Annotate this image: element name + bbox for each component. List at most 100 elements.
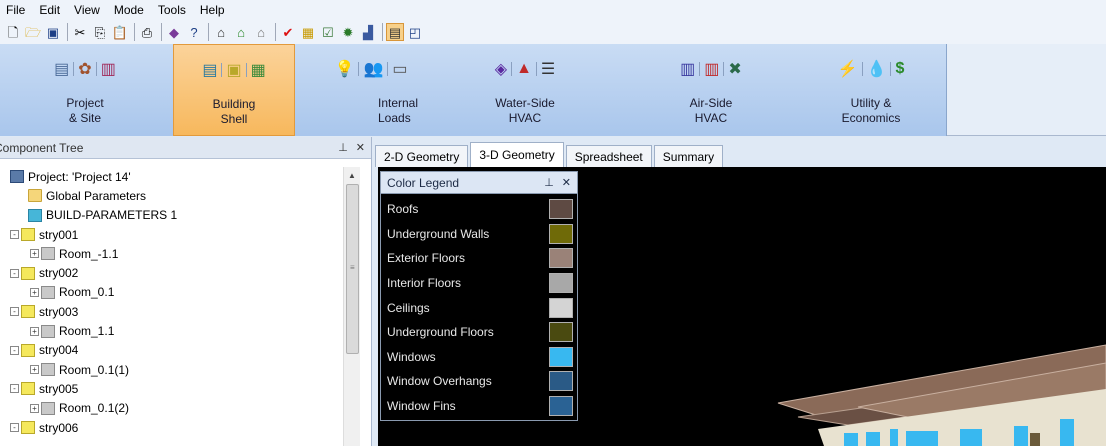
collapse-icon[interactable]: - — [10, 268, 19, 278]
toolbar-separator — [275, 23, 276, 41]
legend-item-label: Window Fins — [387, 399, 456, 414]
menu-file[interactable]: File — [6, 3, 25, 17]
pump-icon: ☰ — [540, 61, 556, 78]
new-icon[interactable]: 🗋 — [4, 23, 22, 41]
tree-node-story[interactable]: - stry005 — [0, 379, 342, 398]
pin-icon[interactable]: ⊥ — [338, 141, 348, 154]
collapse-icon[interactable]: - — [10, 423, 19, 432]
tab-3d-geometry[interactable]: 3-D Geometry — [470, 142, 564, 167]
window-surface — [1014, 426, 1028, 446]
tree-node-room[interactable]: + Room_0.1(2) — [0, 399, 342, 418]
building-add-icon[interactable]: ⌂ — [232, 23, 250, 41]
menu-view[interactable]: View — [74, 3, 100, 17]
tree-node-story[interactable]: - stry002 — [0, 263, 342, 282]
view-toggle-icon[interactable]: ▤ — [386, 23, 404, 41]
tree-node-room[interactable]: + Room_1.1 — [0, 321, 342, 340]
story-icon — [21, 266, 35, 280]
story-icon — [21, 343, 35, 357]
open-icon[interactable]: 🗁 — [24, 23, 42, 41]
paste-icon[interactable]: 📋 — [111, 23, 129, 41]
tree-node-room[interactable]: + Room_-1.1 — [0, 244, 342, 263]
tree-node[interactable]: Global Parameters — [0, 186, 342, 205]
building-outline-icon[interactable]: ⌂ — [252, 23, 270, 41]
legend-color-swatch — [549, 346, 573, 367]
collapse-icon[interactable]: - — [10, 307, 19, 317]
collapse-icon[interactable]: - — [10, 384, 19, 394]
tree-node-story[interactable]: - stry001 — [0, 225, 342, 244]
tree-node[interactable]: Project: 'Project 14' — [0, 167, 342, 186]
room-icon — [41, 401, 55, 415]
door-surface — [1030, 433, 1040, 446]
ribbon-label-line2: HVAC — [508, 111, 542, 125]
collapse-icon[interactable]: - — [10, 345, 19, 355]
people-icon: 👥 — [363, 61, 384, 78]
scroll-thumb[interactable]: ≡ — [346, 184, 359, 354]
pin-icon[interactable]: ⊥ — [544, 176, 554, 189]
pipe-icon: ◈ — [494, 61, 508, 78]
ribbon-label: Utility & Economics — [842, 96, 901, 126]
copy-icon[interactable]: ⎘ — [91, 23, 109, 41]
tree-node-room[interactable]: + Room_0.1 — [0, 283, 342, 302]
menu-tools[interactable]: Tools — [158, 3, 186, 17]
building-icon[interactable]: ⌂ — [212, 23, 230, 41]
window-surface — [890, 429, 898, 446]
story-icon — [21, 228, 35, 242]
component-tree-header: Component Tree ⊥ ✕ — [0, 137, 371, 159]
window-icon[interactable]: ◰ — [406, 23, 424, 41]
ribbon-label: Internal Loads — [378, 96, 418, 126]
expand-icon[interactable]: + — [30, 287, 39, 297]
tree-node-label: stry001 — [39, 227, 79, 242]
menu-bar: File Edit View Mode Tools Help — [0, 0, 1106, 20]
tree-node-label: stry002 — [39, 266, 79, 281]
close-icon[interactable]: ✕ — [356, 141, 365, 154]
save-icon[interactable]: ▣ — [44, 23, 62, 41]
legend-item-label: Exterior Floors — [387, 251, 466, 266]
help-icon[interactable]: ? — [185, 23, 203, 41]
ribbon-icons: ⚡ 💧 $ — [838, 58, 905, 80]
cut-icon[interactable]: ✂ — [71, 23, 89, 41]
tree-node[interactable]: BUILD-PARAMETERS 1 — [0, 206, 342, 225]
legend-item: Roofs — [381, 197, 577, 222]
chart-icon[interactable]: ▟ — [359, 23, 377, 41]
story-icon: ▣ — [226, 62, 242, 79]
tree-node-label: Room_1.1 — [59, 324, 115, 339]
wizard-icon[interactable]: ◆ — [165, 23, 183, 41]
ribbon-air-side-hvac[interactable]: ▥ ▥ ✖ Air-Side HVAC — [646, 44, 776, 136]
menu-mode[interactable]: Mode — [114, 3, 144, 17]
legend-item: Ceilings — [381, 295, 577, 320]
expand-icon[interactable]: + — [30, 365, 39, 375]
report-icon[interactable]: ☑ — [319, 23, 337, 41]
ribbon-internal-loads[interactable]: 💡 👥 ▭ Internal Loads — [300, 44, 442, 136]
room-icon — [41, 324, 55, 338]
ribbon-label-line2: Loads — [378, 111, 411, 125]
print-icon[interactable]: ⎙ — [138, 23, 156, 41]
tab-spreadsheet[interactable]: Spreadsheet — [565, 145, 652, 167]
close-icon[interactable]: ✕ — [562, 176, 571, 189]
menu-help[interactable]: Help — [200, 3, 225, 17]
tree-node-story[interactable]: - stry004 — [0, 341, 342, 360]
legend-color-swatch — [549, 223, 573, 244]
ribbon-project-site[interactable]: ▤ ✿ ▥ Project & Site — [0, 44, 170, 136]
table-icon[interactable]: ▦ — [299, 23, 317, 41]
tab-summary[interactable]: Summary — [653, 145, 724, 167]
tab-2d-geometry[interactable]: 2-D Geometry — [375, 145, 469, 167]
expand-icon[interactable]: + — [30, 403, 39, 413]
menu-edit[interactable]: Edit — [39, 3, 60, 17]
legend-color-swatch — [549, 248, 573, 269]
ribbon-water-side-hvac[interactable]: ◈ ▲ ☰ Water-Side HVAC — [460, 44, 590, 136]
check-icon[interactable]: ✔ — [279, 23, 297, 41]
tree-scrollbar[interactable]: ▲ ≡ — [343, 167, 360, 446]
sun-icon[interactable]: ✹ — [339, 23, 357, 41]
scroll-up-arrow[interactable]: ▲ — [344, 167, 360, 184]
tree-node-story[interactable]: - stry003 — [0, 302, 342, 321]
ribbon-building-shell[interactable]: ▤ ▣ ▦ Building Shell — [173, 44, 295, 136]
expand-icon[interactable]: + — [30, 249, 39, 259]
tree-node-room[interactable]: + Room_0.1(1) — [0, 360, 342, 379]
window-surface — [1060, 419, 1074, 446]
legend-item-label: Interior Floors — [387, 276, 462, 291]
ribbon-utility-economics[interactable]: ⚡ 💧 $ Utility & Economics — [806, 44, 936, 136]
room-icon — [41, 363, 55, 377]
collapse-icon[interactable]: - — [10, 230, 19, 240]
tree-node-story[interactable]: - stry006 — [0, 418, 342, 437]
expand-icon[interactable]: + — [30, 326, 39, 336]
